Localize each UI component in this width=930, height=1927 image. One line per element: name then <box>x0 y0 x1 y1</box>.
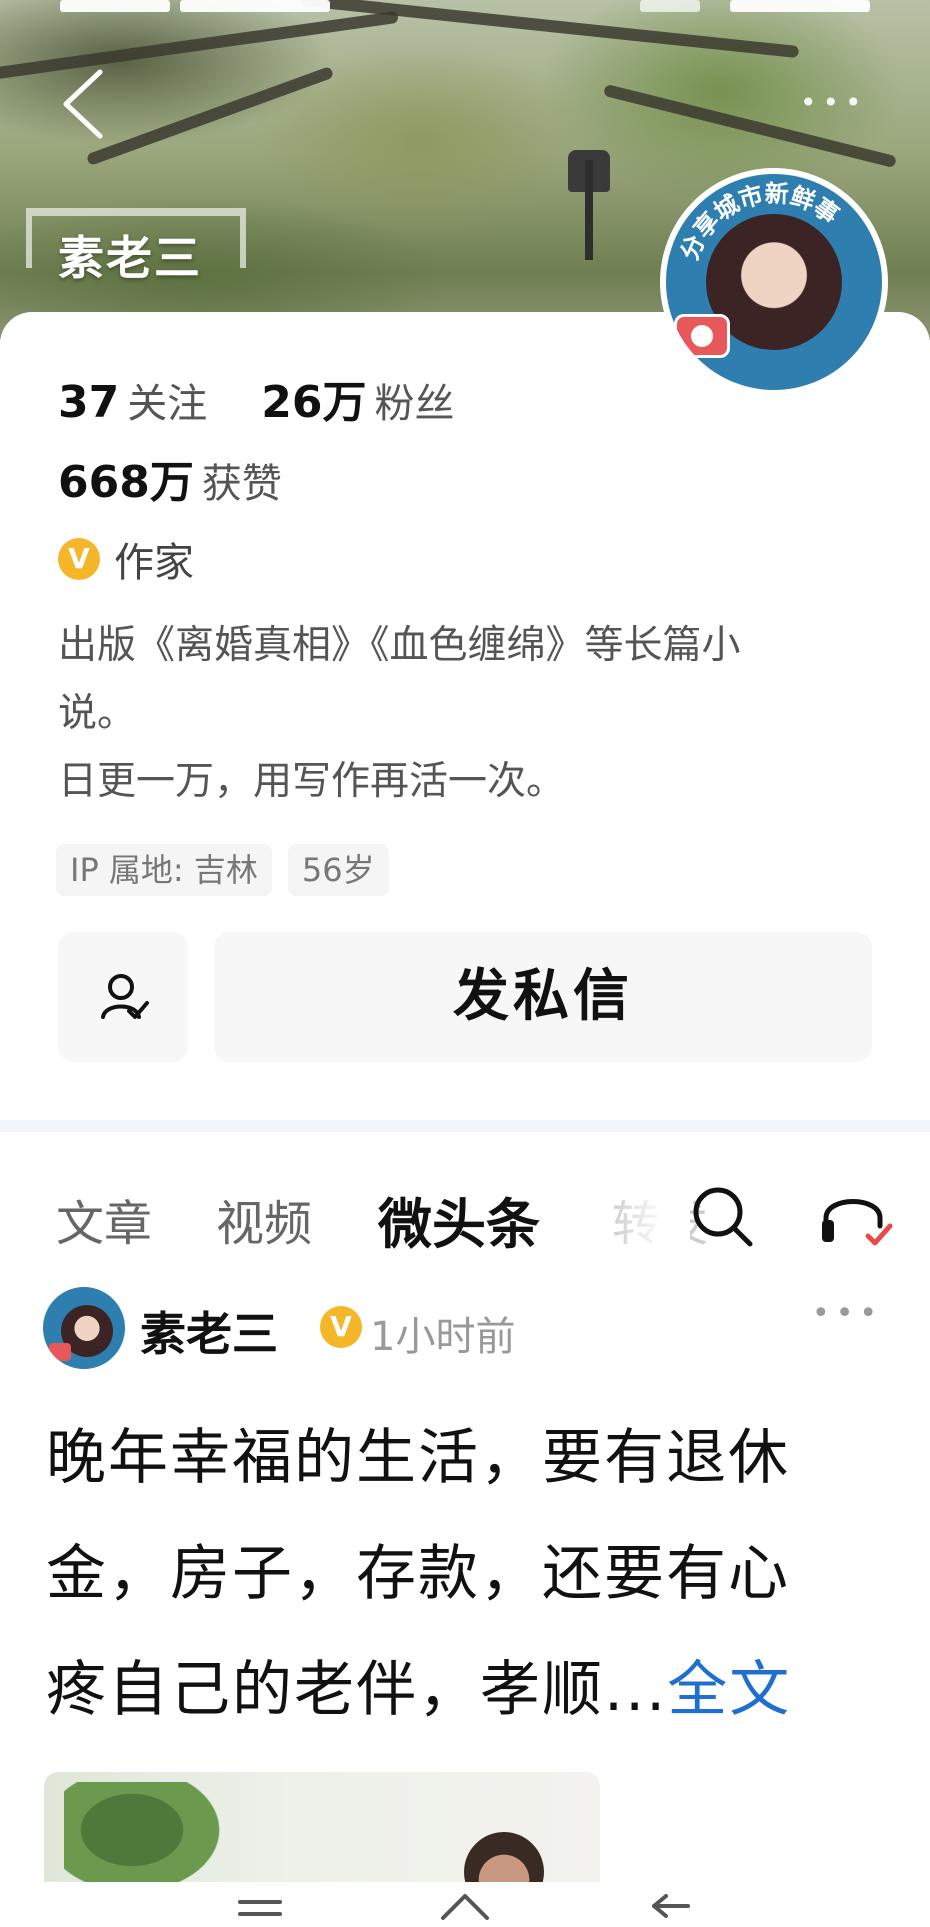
back-arrow-icon <box>652 1894 690 1918</box>
status-notification-icons <box>180 0 330 12</box>
section-divider <box>0 1120 930 1132</box>
person-graphic <box>464 1832 544 1882</box>
home-icon <box>441 1894 489 1920</box>
system-navigation-bar <box>0 1882 930 1927</box>
more-dots-icon[interactable]: ••• <box>800 88 870 118</box>
tab-micro-posts[interactable]: 微头条 <box>378 1180 540 1259</box>
bio-line: 日更一万，用写作再活一次。 <box>58 759 566 804</box>
send-message-button[interactable]: 发私信 <box>214 932 872 1062</box>
follow-button[interactable] <box>58 932 188 1062</box>
status-bar <box>0 0 930 14</box>
full-text-link[interactable]: 全文 <box>667 1655 791 1725</box>
likes-count: 668万 <box>58 457 194 508</box>
likes-row: 668万 获赞 <box>58 446 336 510</box>
verified-v-icon: V <box>320 1306 362 1348</box>
content-tabs: 文章 视频 微头条 转发 <box>0 1160 930 1260</box>
home-button[interactable] <box>425 1888 505 1922</box>
tabs-fade-mask <box>610 1160 690 1260</box>
more-dots-icon[interactable]: ••• <box>812 1296 883 1331</box>
plant-graphic <box>64 1782 234 1882</box>
following-label[interactable]: 关注 <box>127 371 207 429</box>
listen-button[interactable] <box>818 1182 898 1252</box>
verification-title: 作家 <box>114 540 194 586</box>
camera-sticker-icon <box>674 314 730 358</box>
network-speed <box>640 0 700 12</box>
following-count[interactable]: 37 <box>58 377 119 428</box>
chevron-left-icon <box>63 69 103 139</box>
post-body[interactable]: 晚年幸福的生活，要有退休 金，房子，存款，还要有心 疼自己的老伴，孝顺...全文 <box>46 1400 886 1748</box>
status-signal-icons <box>730 0 870 12</box>
headphones-icon <box>822 1199 893 1246</box>
profile-tags: IP 属地: 吉林 56岁 <box>56 844 405 896</box>
menu-button[interactable] <box>220 1888 300 1922</box>
search-button[interactable] <box>688 1182 758 1252</box>
profile-card: 37 关注 26万 粉丝 668万 获赞 V 作家 出版《离婚真相》《血色缠绵》… <box>0 312 930 1112</box>
verification-row: V 作家 <box>58 530 194 588</box>
profile-bio: 出版《离婚真相》《血色缠绵》等长篇小 说。 日更一万，用写作再活一次。 <box>58 612 848 816</box>
profile-avatar[interactable]: 分享城市新鲜事 <box>660 168 888 396</box>
likes-label: 获赞 <box>201 461 282 507</box>
tab-articles[interactable]: 文章 <box>56 1184 152 1254</box>
tab-videos[interactable]: 视频 <box>216 1184 312 1254</box>
verified-v-icon: V <box>58 538 100 580</box>
post-header: 素老三 V 1小时前 ••• <box>40 1282 900 1374</box>
menu-icon <box>238 1900 282 1916</box>
camera-sticker-icon <box>49 1343 71 1361</box>
followers-label[interactable]: 粉丝 <box>374 371 454 429</box>
post-text-truncated: 疼自己的老伴，孝顺... <box>46 1655 668 1725</box>
back-button[interactable] <box>56 64 116 144</box>
street-lamp-pole <box>585 160 593 260</box>
status-time <box>60 0 170 12</box>
stats-row: 37 关注 26万 粉丝 <box>58 366 508 428</box>
search-icon <box>693 1187 753 1247</box>
profile-name-title: 素老三 <box>58 231 202 285</box>
post-text-line: 金，房子，存款，还要有心 <box>46 1539 790 1609</box>
post-text-line: 疼自己的老伴，孝顺...全文 <box>46 1632 886 1748</box>
followers-count[interactable]: 26万 <box>261 366 366 430</box>
ip-location-tag: IP 属地: 吉林 <box>56 844 272 896</box>
user-add-icon <box>101 974 149 1019</box>
age-tag: 56岁 <box>287 844 389 896</box>
bio-line: 说。 <box>58 691 137 736</box>
bio-line: 出版《离婚真相》《血色缠绵》等长篇小 <box>58 623 741 668</box>
post-author-name[interactable]: 素老三 <box>140 1298 278 1364</box>
post-author-avatar[interactable] <box>40 1284 128 1372</box>
tree-branch <box>85 65 335 167</box>
post-image[interactable] <box>44 1772 600 1882</box>
back-system-button[interactable] <box>630 1888 710 1922</box>
post-time: 1小时前 <box>370 1314 516 1360</box>
post-text-line: 晚年幸福的生活，要有退休 <box>46 1423 790 1493</box>
